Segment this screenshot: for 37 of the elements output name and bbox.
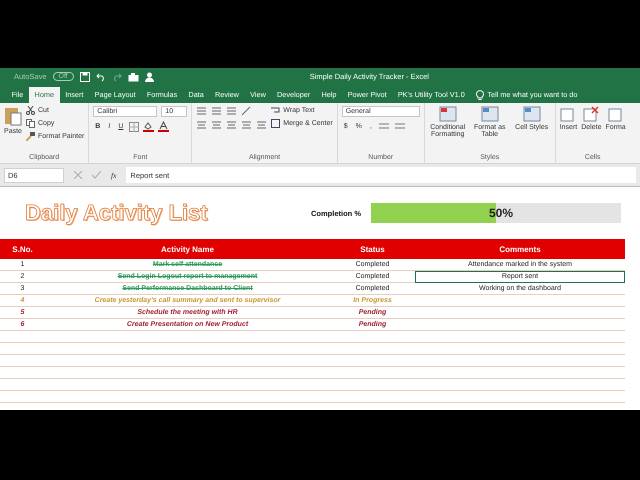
column-header: Comments [415,239,625,259]
column-header: Status [330,239,415,259]
align-icon[interactable] [196,120,208,130]
merge-cells-icon [271,119,280,128]
check-icon[interactable] [92,171,101,179]
cell-icon [608,106,624,122]
scissors-icon [26,106,35,115]
camera-icon[interactable] [128,72,139,82]
column-header: S.No. [0,239,45,259]
font-color-icon[interactable] [158,121,170,132]
align-icon[interactable] [226,106,238,116]
copy-icon [26,119,35,128]
table-format-icon [522,106,541,122]
fill-color-icon[interactable] [143,121,154,132]
person-icon[interactable] [144,72,154,82]
decimal-icon[interactable] [394,121,406,131]
cell-icon [560,106,576,122]
lightbulb-icon [476,89,484,100]
align-icon[interactable] [211,120,222,130]
orientation-icon[interactable] [241,106,252,116]
cell-icon [583,106,600,122]
save-icon[interactable] [80,72,90,82]
align-icon[interactable] [241,120,252,130]
sheet-title: Daily Activity List [25,200,210,226]
clipboard-icon [4,106,22,126]
column-header: Activity Name [45,239,330,259]
table-format-icon [480,106,499,122]
undo-icon[interactable] [96,72,106,82]
align-icon[interactable] [256,120,268,130]
borders-icon[interactable] [129,122,140,132]
decimal-icon[interactable] [378,121,390,131]
brush-icon [26,132,35,141]
align-icon[interactable] [226,120,238,130]
align-icon[interactable] [196,106,208,116]
table-format-icon [438,106,457,122]
wrap-text-icon [271,106,280,115]
align-icon[interactable] [211,106,222,116]
